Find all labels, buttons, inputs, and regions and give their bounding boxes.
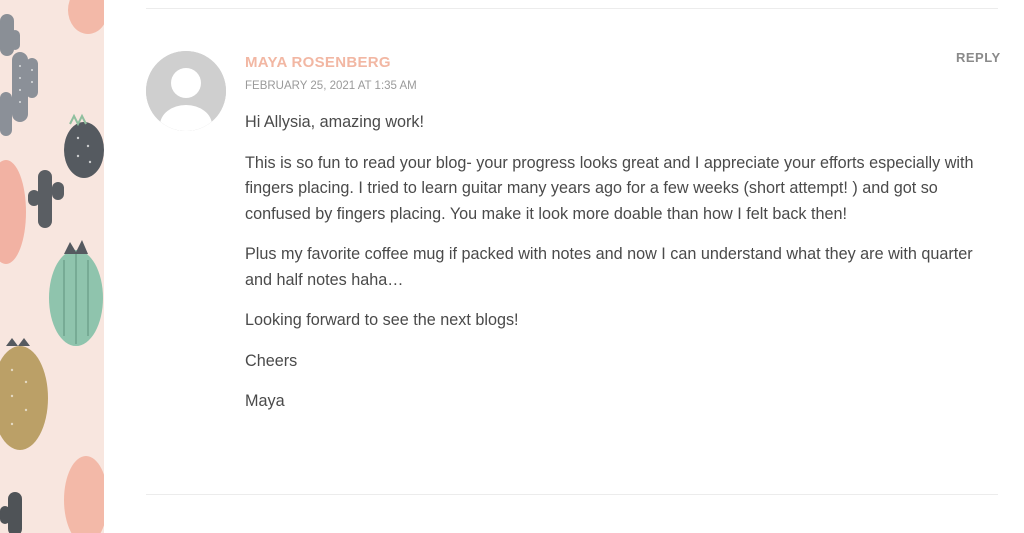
cactus-pattern-sidebar <box>0 0 104 533</box>
comment-body: Hi Allysia, amazing work! This is so fun… <box>245 110 985 430</box>
bottom-divider <box>146 494 998 495</box>
comment-author[interactable]: MAYA ROSENBERG <box>245 54 391 71</box>
cactus-icon <box>28 170 64 228</box>
comment-paragraph: This is so fun to read your blog- your p… <box>245 153 974 223</box>
comment-date[interactable]: FEBRUARY 25, 2021 AT 1:35 AM <box>245 80 417 92</box>
cactus-icon <box>0 338 48 450</box>
comment-paragraph: Maya <box>245 392 285 410</box>
default-user-avatar-icon <box>146 51 226 131</box>
user-avatar <box>146 51 226 131</box>
comment-paragraph: Cheers <box>245 351 298 370</box>
reply-button[interactable]: REPLY <box>956 50 1001 65</box>
comment-paragraph: Hi Allysia, amazing work! <box>245 113 425 131</box>
cactus-icon <box>49 240 103 346</box>
cactus-icon <box>64 113 104 178</box>
comment-paragraph: Looking forward to see the next blogs! <box>245 311 519 329</box>
cactus-icon <box>0 14 20 56</box>
cactus-icon <box>0 52 38 136</box>
cactus-icon <box>0 492 22 533</box>
top-divider <box>146 8 998 9</box>
comment-paragraph: Plus my favorite coffee mug if packed wi… <box>245 245 973 289</box>
